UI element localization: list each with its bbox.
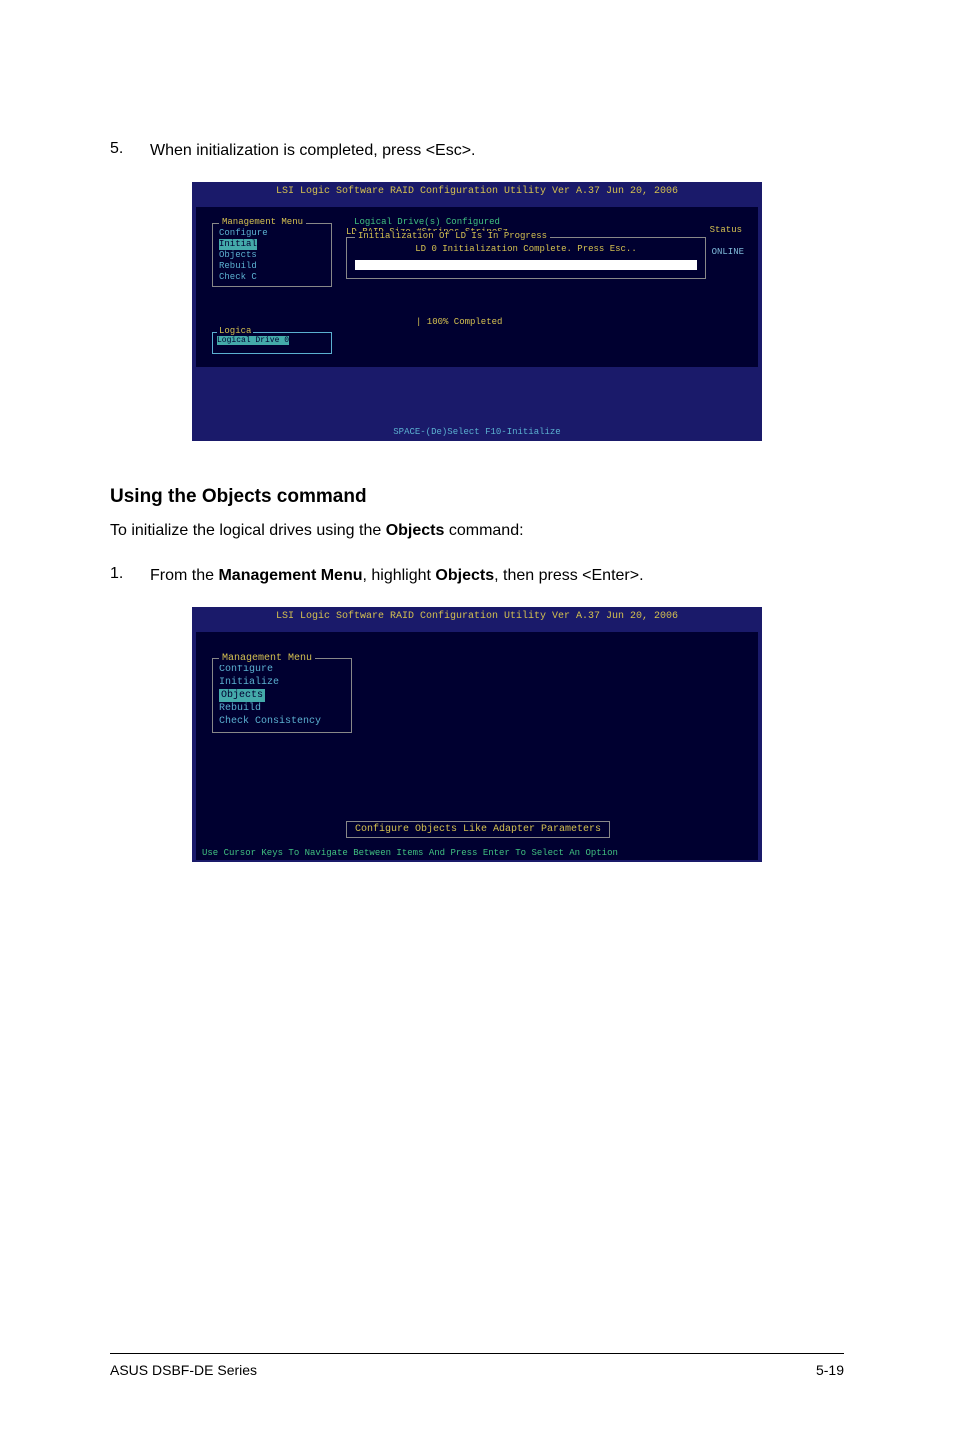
bios-body: Management Menu Configure Initial Object… — [196, 207, 758, 367]
step1-b2: Objects — [435, 567, 494, 584]
menu-item-initialize[interactable]: Initialize — [219, 676, 345, 689]
intro-before: To initialize the logical drives using t… — [110, 522, 386, 539]
footer-left: ASUS DSBF-DE Series — [110, 1362, 257, 1378]
bios-body: Management Menu Configure Initialize Obj… — [196, 632, 758, 846]
intro-bold: Objects — [386, 522, 445, 539]
progress-bar — [355, 260, 697, 270]
init-complete-message: LD 0 Initialization Complete. Press Esc.… — [355, 244, 697, 254]
step1-t2: , highlight — [362, 567, 435, 584]
bios-screenshot-1: LSI Logic Software RAID Configuration Ut… — [192, 182, 762, 441]
bios-screen: LSI Logic Software RAID Configuration Ut… — [192, 607, 762, 862]
step-text-after: . — [471, 142, 475, 159]
bios-footer-hint: Use Cursor Keys To Navigate Between Item… — [196, 846, 758, 860]
menu-item-rebuild[interactable]: Rebuild — [219, 702, 345, 715]
step1-t1: From the — [150, 567, 218, 584]
description-box: Configure Objects Like Adapter Parameter… — [346, 821, 610, 838]
section-heading: Using the Objects command — [110, 486, 844, 508]
step-key: <Esc> — [426, 142, 471, 159]
status-online: ONLINE — [712, 247, 744, 257]
menu-item-configure[interactable]: Configure — [219, 228, 325, 239]
ld-configured-label: Logical Drive(s) Configured — [346, 217, 508, 227]
logical-drive-box: Logica Logical Drive 0 — [212, 332, 332, 354]
step-5: 5. When initialization is completed, pre… — [110, 140, 844, 162]
menu-item-objects[interactable]: Objects — [219, 250, 325, 261]
progress-text: | 100% Completed — [416, 317, 502, 327]
bios-footer-hint: SPACE-(De)Select F10-Initialize — [196, 367, 758, 439]
intro-paragraph: To initialize the logical drives using t… — [110, 520, 844, 542]
management-menu-title: Management Menu — [219, 217, 306, 228]
management-menu-box: Management Menu Configure Initialize Obj… — [212, 658, 352, 733]
intro-after: command: — [444, 522, 523, 539]
menu-item-objects[interactable]: Objects — [219, 689, 265, 702]
bios-title-bar: LSI Logic Software RAID Configuration Ut… — [196, 184, 758, 207]
status-header: Status — [710, 225, 742, 235]
step-1: 1. From the Management Menu, highlight O… — [110, 565, 844, 587]
footer-page-number: 5-19 — [816, 1362, 844, 1378]
page-footer: ASUS DSBF-DE Series 5-19 — [110, 1353, 844, 1378]
logical-drive-0-row[interactable]: Logical Drive 0 — [217, 336, 289, 345]
bios-title-bar: LSI Logic Software RAID Configuration Ut… — [196, 609, 758, 632]
step1-b1: Management Menu — [218, 567, 362, 584]
management-menu-box: Management Menu Configure Initial Object… — [212, 223, 332, 287]
step-number: 5. — [110, 140, 150, 162]
step-number: 1. — [110, 565, 150, 587]
menu-item-rebuild[interactable]: Rebuild — [219, 261, 325, 272]
bios-screen: LSI Logic Software RAID Configuration Ut… — [192, 182, 762, 441]
step-text: From the Management Menu, highlight Obje… — [150, 565, 644, 587]
progress-percent-label: | 100% Completed — [416, 317, 502, 327]
bios-screenshot-2: LSI Logic Software RAID Configuration Ut… — [192, 607, 762, 862]
menu-item-check-consistency[interactable]: Check Consistency — [219, 715, 345, 728]
bios-footer-text: SPACE-(De)Select F10-Initialize — [393, 427, 560, 437]
step1-t3: , then press <Enter>. — [494, 567, 643, 584]
step-text-before: When initialization is completed, press — [150, 142, 426, 159]
logica-box-title: Logica — [217, 326, 253, 336]
menu-item-check[interactable]: Check C — [219, 272, 325, 283]
menu-item-initial[interactable]: Initial — [219, 239, 257, 250]
management-menu-title: Management Menu — [219, 652, 315, 665]
step-text: When initialization is completed, press … — [150, 140, 476, 162]
init-progress-title: Initialization Of LD Is In Progress — [355, 231, 550, 241]
initialization-progress-box: Initialization Of LD Is In Progress LD 0… — [346, 237, 706, 279]
